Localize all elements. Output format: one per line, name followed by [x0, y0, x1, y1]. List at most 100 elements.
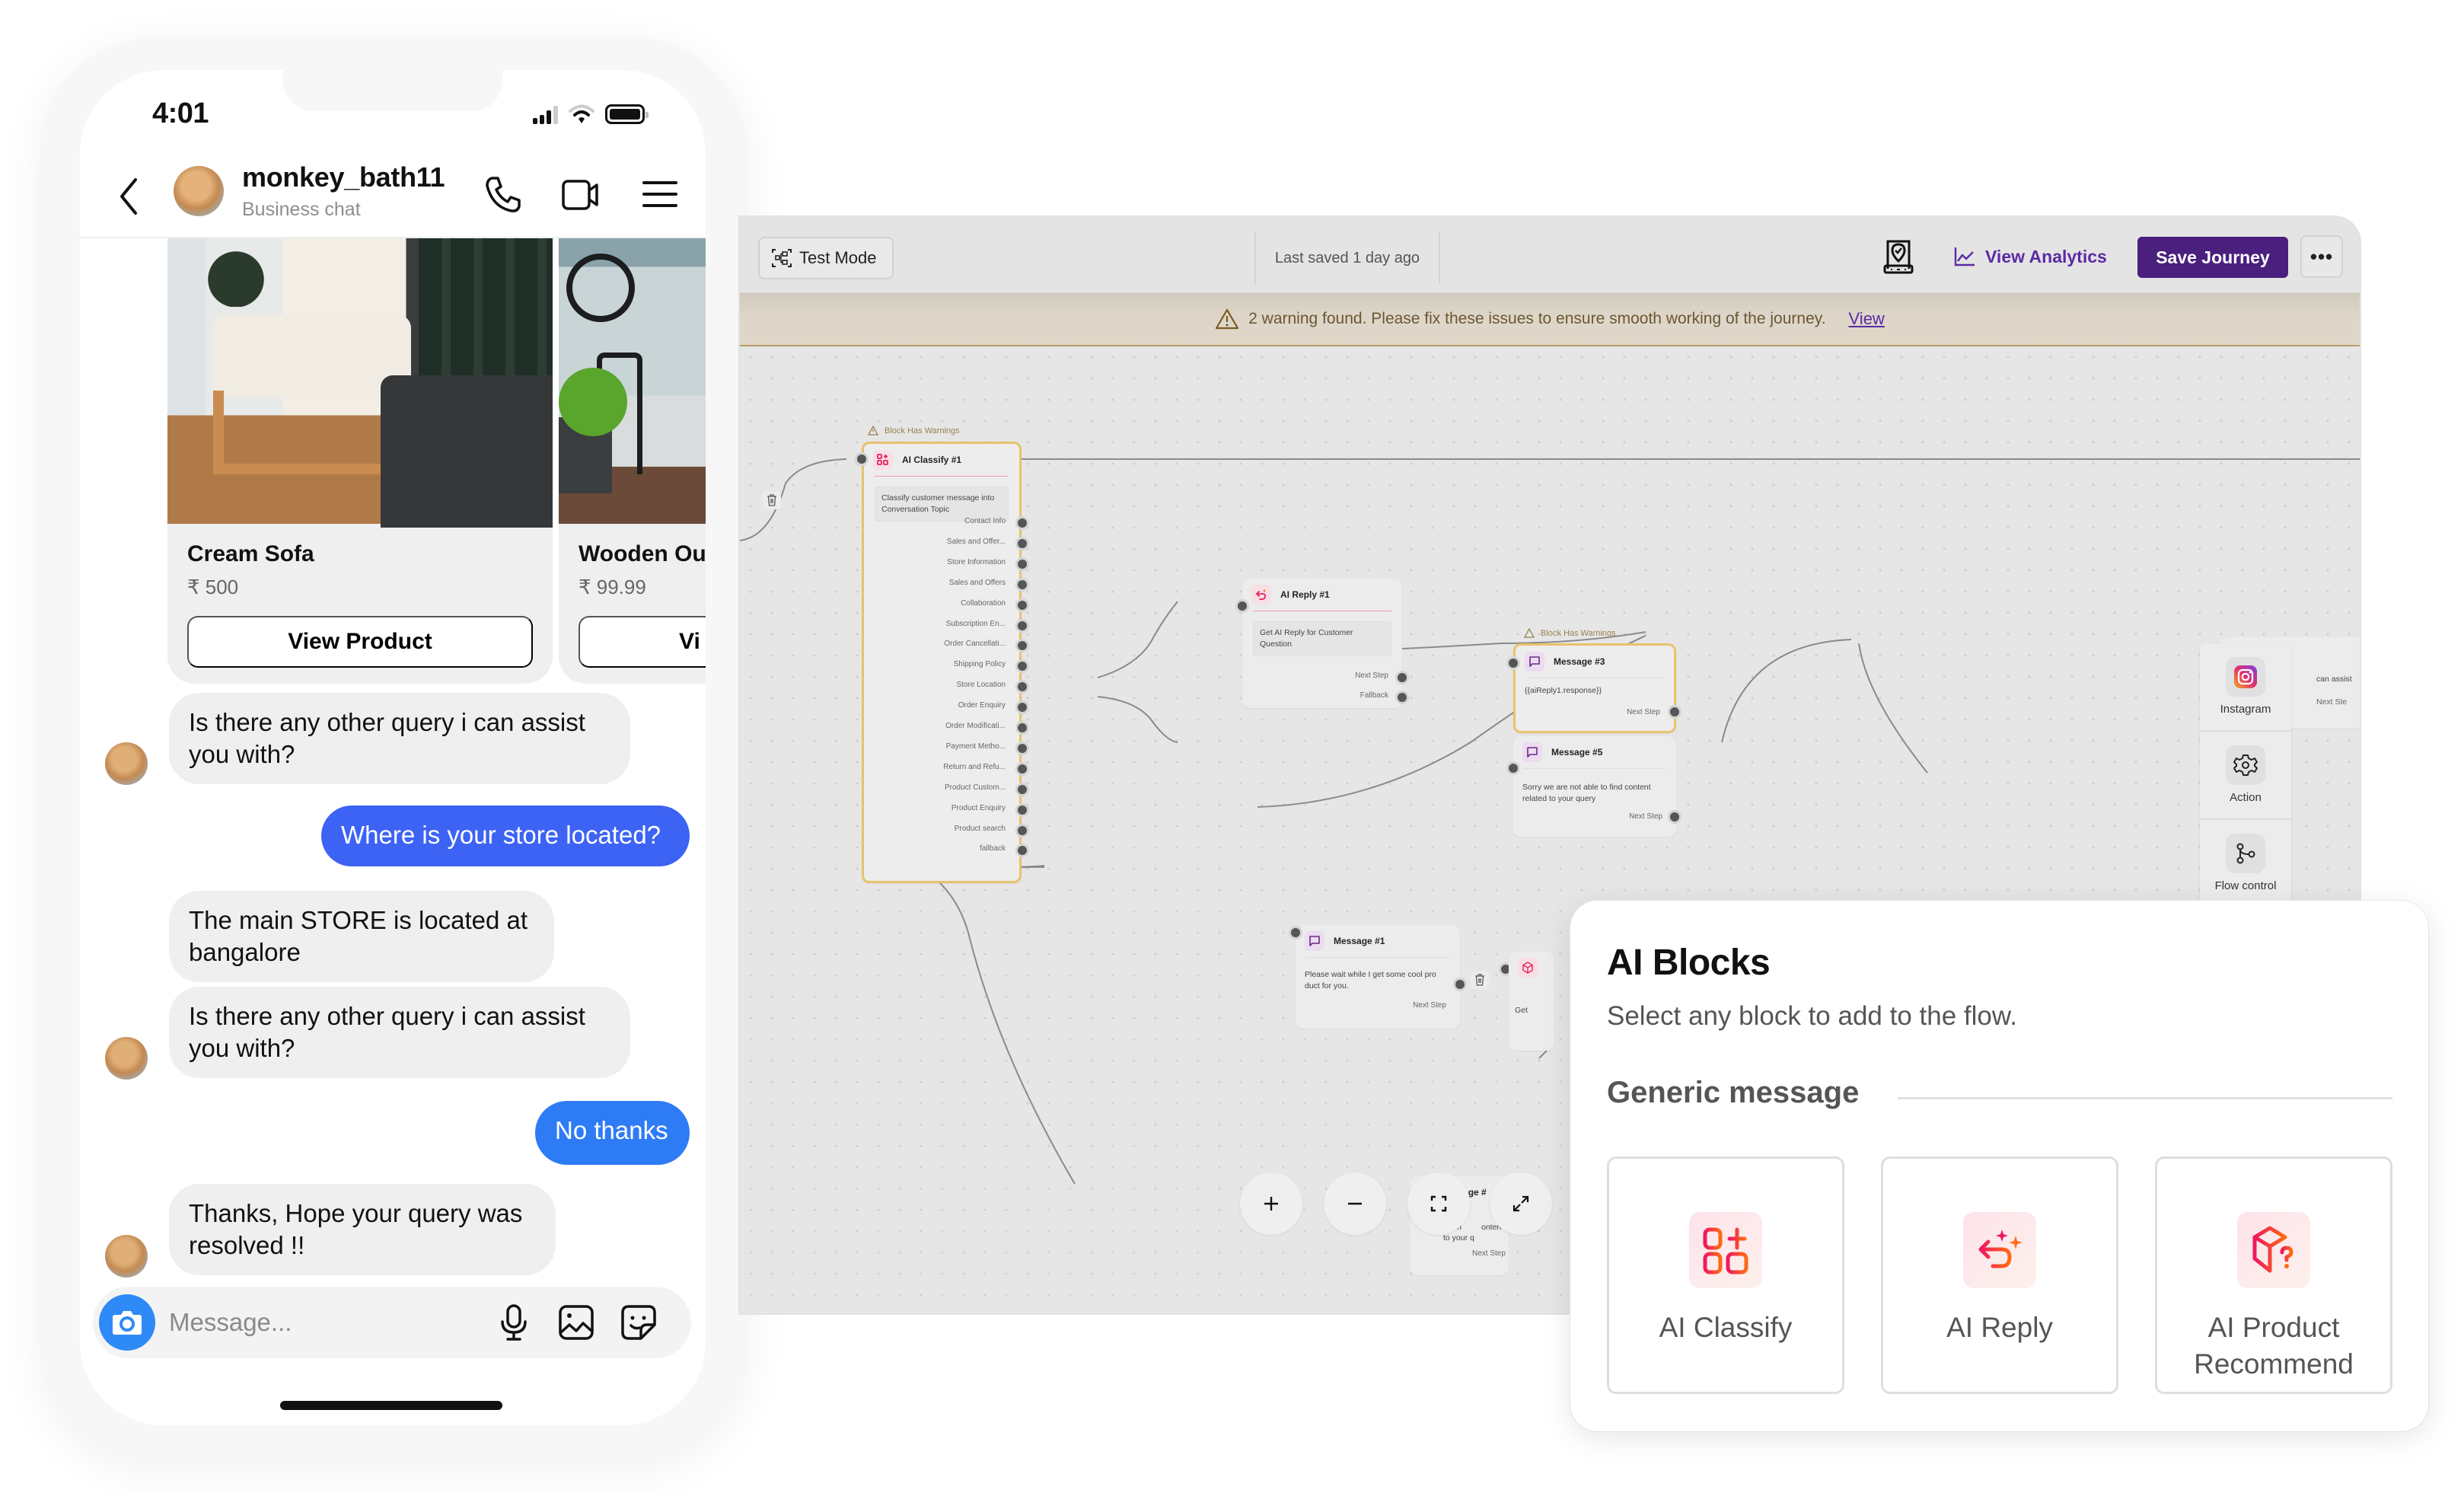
output-port[interactable] — [1018, 518, 1027, 528]
zoom-out-button[interactable] — [1324, 1172, 1386, 1235]
warning-view-link[interactable]: View — [1849, 309, 1885, 329]
panel-title: AI Blocks — [1607, 943, 1771, 983]
port-label: Payment Metho... — [945, 742, 1006, 751]
output-port[interactable] — [1018, 579, 1027, 589]
message-bubble-incoming: Is there any other query i can assist yo… — [169, 693, 630, 784]
product-image[interactable] — [559, 238, 706, 524]
output-port[interactable] — [1670, 707, 1679, 716]
view-analytics-link[interactable]: View Analytics — [1953, 235, 2107, 278]
product-image[interactable] — [167, 238, 553, 528]
ai-product-recommend-icon — [1518, 958, 1538, 978]
output-port[interactable] — [1018, 764, 1027, 774]
sticker-icon[interactable] — [618, 1302, 659, 1343]
wifi-icon — [569, 104, 594, 123]
save-journey-button[interactable]: Save Journey — [2137, 237, 2288, 278]
trash-icon — [1475, 974, 1484, 986]
analytics-chart-icon — [1954, 247, 1975, 266]
test-mode-label: Test Mode — [799, 248, 877, 267]
view-product-button[interactable]: Vi — [579, 616, 706, 668]
node-ai-reply[interactable]: AI Reply #1 Get AI Reply for Customer Qu… — [1242, 579, 1407, 708]
node-divider — [875, 476, 1009, 477]
camera-button[interactable] — [99, 1294, 155, 1351]
output-port[interactable] — [1018, 600, 1027, 610]
chat-username[interactable]: monkey_bath11 — [242, 161, 445, 193]
node-ai-classify[interactable]: AI Classify #1 Classify customer message… — [862, 442, 1027, 883]
output-port[interactable] — [1398, 673, 1407, 682]
status-time: 4:01 — [152, 97, 209, 129]
phone-icon[interactable] — [481, 172, 525, 216]
port-label: Subscription En... — [945, 619, 1006, 628]
fit-view-button[interactable] — [1407, 1172, 1470, 1235]
product-price: ₹ 500 — [187, 576, 239, 598]
node-message-3[interactable]: Message #3 {{aiReply1.response}} Next St… — [1513, 643, 1676, 733]
node-message-5[interactable]: Message #5 Sorry we are not able to find… — [1513, 736, 1676, 837]
product-card[interactable]: Wooden Ou ₹ 99.99 Vi — [559, 238, 706, 684]
avatar[interactable] — [174, 166, 224, 216]
delete-edge-button[interactable] — [763, 491, 781, 509]
output-port[interactable] — [1455, 980, 1465, 989]
node-text: Get — [1515, 1006, 1528, 1015]
output-port[interactable] — [1018, 538, 1027, 548]
port-label: Contact Info — [964, 517, 1006, 525]
product-carousel[interactable]: Cream Sofa ₹ 500 View Product Wooden Ou … — [167, 238, 706, 687]
output-port[interactable] — [1018, 784, 1027, 794]
output-port[interactable] — [1018, 703, 1027, 713]
warning-banner: 2 warning found. Please fix these issues… — [740, 293, 2360, 346]
product-card[interactable]: Cream Sofa ₹ 500 View Product — [167, 238, 553, 684]
input-port[interactable] — [1238, 601, 1247, 611]
message-bubble-incoming: The main STORE is located at bangalore — [169, 891, 554, 982]
output-port[interactable] — [1018, 846, 1027, 856]
menu-icon[interactable] — [638, 172, 682, 216]
output-port[interactable] — [1670, 812, 1679, 821]
message-avatar — [105, 742, 148, 785]
output-port[interactable] — [1018, 805, 1027, 815]
port-label: Product Custom... — [944, 783, 1006, 792]
message-bubble-outgoing: No thanks — [535, 1101, 690, 1165]
ai-block-label: AI Product Recommend — [2194, 1312, 2354, 1380]
output-port[interactable] — [1398, 693, 1407, 702]
node-title: AI Reply #1 — [1280, 589, 1330, 600]
delete-edge-button[interactable] — [1471, 971, 1489, 989]
port-label: Next Ste — [2316, 697, 2348, 707]
product-price: ₹ 99.99 — [579, 576, 646, 598]
fullscreen-button[interactable] — [1490, 1172, 1552, 1235]
ai-block-card-product-recommend[interactable]: AI Product Recommend — [2155, 1156, 2392, 1394]
message-icon — [1525, 652, 1544, 672]
back-chevron-icon[interactable] — [114, 174, 145, 219]
edge — [740, 458, 847, 541]
node-message-1[interactable]: Message #1 Please wait while I get some … — [1296, 925, 1460, 1029]
output-port[interactable] — [1018, 662, 1027, 672]
palette-item-flow-control[interactable]: Flow control — [2200, 820, 2291, 908]
output-port[interactable] — [1018, 743, 1027, 753]
output-port[interactable] — [1018, 682, 1027, 692]
input-port[interactable] — [1291, 928, 1300, 937]
output-port[interactable] — [1018, 620, 1027, 630]
output-port[interactable] — [1018, 559, 1027, 569]
publish-device-icon[interactable] — [1882, 238, 1915, 275]
node-ai-product-recommend-partial[interactable]: Get — [1509, 952, 1554, 1051]
palette-item-instagram[interactable]: Instagram — [2200, 643, 2291, 732]
microphone-icon[interactable] — [493, 1302, 534, 1343]
signal-icon — [533, 104, 558, 124]
input-port[interactable] — [857, 455, 866, 464]
image-icon[interactable] — [556, 1302, 597, 1343]
video-icon[interactable] — [559, 172, 603, 216]
ai-block-label: AI Reply — [1946, 1312, 2053, 1343]
message-input[interactable] — [169, 1303, 458, 1341]
more-options-button[interactable]: ••• — [2300, 235, 2343, 278]
ai-block-card-classify[interactable]: AI Classify — [1607, 1156, 1844, 1394]
palette-item-action[interactable]: Action — [2200, 732, 2291, 820]
ai-block-card-reply[interactable]: AI Reply — [1881, 1156, 2118, 1394]
view-product-button[interactable]: View Product — [187, 616, 533, 668]
output-port[interactable] — [1018, 825, 1027, 835]
output-port[interactable] — [1018, 723, 1027, 732]
message-bubble-incoming: Thanks, Hope your query was resolved !! — [169, 1184, 556, 1275]
message-avatar — [105, 1235, 148, 1278]
input-port[interactable] — [1509, 764, 1518, 773]
message-bubble-incoming: Is there any other query i can assist yo… — [169, 987, 630, 1078]
input-port[interactable] — [1509, 659, 1518, 668]
port-label: Next Step — [1472, 1249, 1506, 1258]
test-mode-button[interactable]: Test Mode — [758, 237, 894, 279]
output-port[interactable] — [1018, 641, 1027, 651]
zoom-in-button[interactable] — [1240, 1172, 1302, 1235]
